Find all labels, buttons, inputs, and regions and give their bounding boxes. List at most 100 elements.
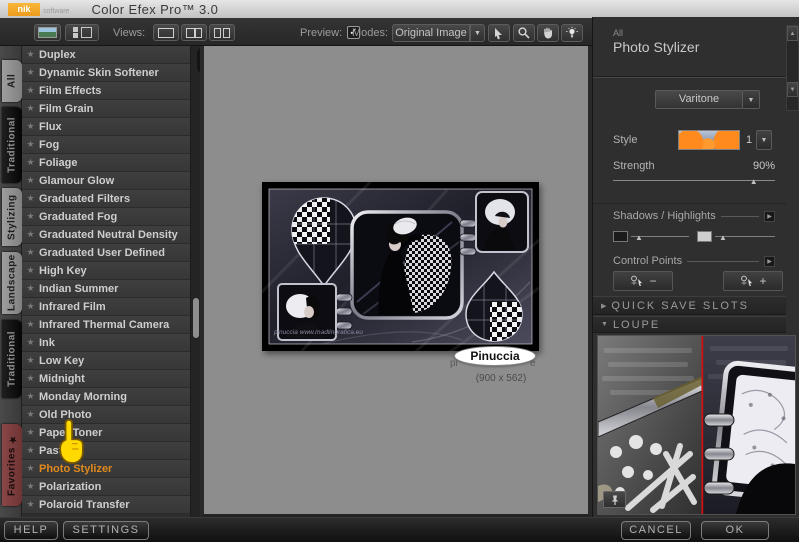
filter-item[interactable]: ★ Film Effects xyxy=(22,82,190,100)
modes-dropdown[interactable]: Original Image xyxy=(392,24,470,42)
filter-item[interactable]: ★ Infrared Film xyxy=(22,298,190,316)
filter-item[interactable]: ★ Graduated Fog xyxy=(22,208,190,226)
star-icon[interactable]: ★ xyxy=(22,139,39,150)
star-icon[interactable]: ★ xyxy=(22,157,39,168)
select-tool-button[interactable] xyxy=(488,24,510,42)
category-tab-all[interactable]: All xyxy=(2,60,22,102)
help-button[interactable]: HELP xyxy=(4,521,58,540)
filter-item[interactable]: ★ Photo Stylizer xyxy=(22,460,190,478)
style-dropdown-arrow[interactable]: ▼ xyxy=(756,130,772,150)
slider-handle[interactable]: ▲ xyxy=(635,233,643,243)
star-icon[interactable]: ★ xyxy=(22,373,39,384)
shadows-slider[interactable]: ▲ xyxy=(613,229,689,243)
star-icon[interactable]: ★ xyxy=(22,391,39,402)
filter-item[interactable]: ★ Infrared Thermal Camera xyxy=(22,316,190,334)
filter-item[interactable]: ★ Film Grain xyxy=(22,100,190,118)
category-tab-landscape[interactable]: Landscape xyxy=(2,252,22,314)
view-side-by-side-button[interactable] xyxy=(209,24,235,41)
filter-item[interactable]: ★ Old Photo xyxy=(22,406,190,424)
remove-control-point-button[interactable]: − xyxy=(613,271,673,291)
filter-label: Indian Summer xyxy=(39,282,119,295)
pan-tool-button[interactable] xyxy=(537,24,559,42)
scrollbar-handle[interactable] xyxy=(193,298,199,338)
add-control-point-button[interactable]: + xyxy=(723,271,783,291)
filter-item[interactable]: ★ High Key xyxy=(22,262,190,280)
category-tab-favorites[interactable]: Favorites ★ xyxy=(2,424,22,506)
loupe-pin-button[interactable] xyxy=(603,491,626,508)
star-icon[interactable]: ★ xyxy=(22,319,39,330)
ok-button[interactable]: OK xyxy=(701,521,769,540)
filter-item[interactable]: ★ Polarization xyxy=(22,478,190,496)
scroll-down-button[interactable]: ▼ xyxy=(787,82,798,97)
star-icon[interactable]: ★ xyxy=(22,481,39,492)
slider-handle[interactable]: ▲ xyxy=(750,177,758,187)
filter-list: ★ Duplex ★ Dynamic Skin Softener ★ Film Effec… xyxy=(22,46,190,517)
panel-scrollbar[interactable]: ▲ ▼ xyxy=(786,25,799,111)
slider-handle[interactable]: ▲ xyxy=(719,233,727,243)
star-icon[interactable]: ★ xyxy=(22,265,39,276)
shadows-highlights-expand-button[interactable]: ▶ xyxy=(764,210,775,222)
star-icon[interactable]: ★ xyxy=(22,499,39,510)
filter-item[interactable]: ★ Polaroid Transfer xyxy=(22,496,190,514)
filter-item[interactable]: ★ Monday Morning xyxy=(22,388,190,406)
loupe-section[interactable]: ▼ LOUPE xyxy=(593,316,786,333)
category-tab-stylizing[interactable]: Stylizing xyxy=(2,188,22,246)
category-tab-traditional[interactable]: Traditional xyxy=(2,320,22,398)
star-icon[interactable]: ★ xyxy=(22,445,39,456)
star-icon[interactable]: ★ xyxy=(22,67,39,78)
star-icon[interactable]: ★ xyxy=(22,121,39,132)
method-dropdown-arrow[interactable]: ▼ xyxy=(743,90,760,109)
strength-slider[interactable]: ▲ xyxy=(613,177,775,188)
star-icon[interactable]: ★ xyxy=(22,247,39,258)
star-icon[interactable]: ★ xyxy=(22,103,39,114)
lightbulb-tool-button[interactable] xyxy=(561,24,583,42)
category-tab-traditional[interactable]: Traditional xyxy=(2,107,22,183)
star-icon[interactable]: ★ xyxy=(22,283,39,294)
filter-item[interactable]: ★ Midnight xyxy=(22,370,190,388)
scroll-up-button[interactable]: ▲ xyxy=(787,26,798,41)
star-icon[interactable]: ★ xyxy=(22,355,39,366)
cancel-button[interactable]: CANCEL xyxy=(621,521,691,540)
filter-item[interactable]: ★ Graduated Neutral Density xyxy=(22,226,190,244)
filter-item[interactable]: ★ Fog xyxy=(22,136,190,154)
style-swatch[interactable] xyxy=(678,130,740,150)
quick-save-slots-section[interactable]: ▶ QUICK SAVE SLOTS xyxy=(593,296,786,315)
filter-item[interactable]: ★ Foliage xyxy=(22,154,190,172)
method-dropdown[interactable]: Varitone xyxy=(655,90,743,109)
single-view-icon xyxy=(158,27,174,38)
view-single-button[interactable] xyxy=(153,24,179,41)
highlights-slider[interactable]: ▲ xyxy=(697,229,775,243)
star-icon[interactable]: ★ xyxy=(22,337,39,348)
star-icon[interactable]: ★ xyxy=(22,463,39,474)
filter-item[interactable]: ★ Graduated User Defined xyxy=(22,244,190,262)
filter-list-scrollbar[interactable] xyxy=(190,46,200,517)
preview-label: Preview: xyxy=(300,27,343,39)
star-icon[interactable]: ★ xyxy=(22,301,39,312)
filter-item[interactable]: ★ Indian Summer xyxy=(22,280,190,298)
star-icon[interactable]: ★ xyxy=(22,175,39,186)
control-points-expand-button[interactable]: ▶ xyxy=(764,255,775,267)
filter-item[interactable]: ★ Dynamic Skin Softener xyxy=(22,64,190,82)
zoom-tool-button[interactable] xyxy=(513,24,535,42)
star-icon[interactable]: ★ xyxy=(22,49,39,60)
star-icon[interactable]: ★ xyxy=(22,229,39,240)
filter-list-toggle-button[interactable] xyxy=(65,24,99,41)
filter-item[interactable]: ★ Flux xyxy=(22,118,190,136)
filter-item[interactable]: ★ Paper Toner xyxy=(22,424,190,442)
star-icon[interactable]: ★ xyxy=(22,193,39,204)
star-icon[interactable]: ★ xyxy=(22,85,39,96)
image-thumbnail-button[interactable] xyxy=(34,24,61,41)
filter-item[interactable]: ★ Graduated Filters xyxy=(22,190,190,208)
loupe-split-line[interactable] xyxy=(701,336,704,514)
filter-item[interactable]: ★ Low Key xyxy=(22,352,190,370)
modes-dropdown-arrow[interactable]: ▼ xyxy=(470,24,485,42)
filter-item[interactable]: ★ Ink xyxy=(22,334,190,352)
filter-item[interactable]: ★ Duplex xyxy=(22,46,190,64)
filter-item[interactable]: ★ Pastel xyxy=(22,442,190,460)
star-icon[interactable]: ★ xyxy=(22,427,39,438)
star-icon[interactable]: ★ xyxy=(22,211,39,222)
view-split-button[interactable] xyxy=(181,24,207,41)
star-icon[interactable]: ★ xyxy=(22,409,39,420)
settings-button[interactable]: SETTINGS xyxy=(63,521,149,540)
filter-item[interactable]: ★ Glamour Glow xyxy=(22,172,190,190)
